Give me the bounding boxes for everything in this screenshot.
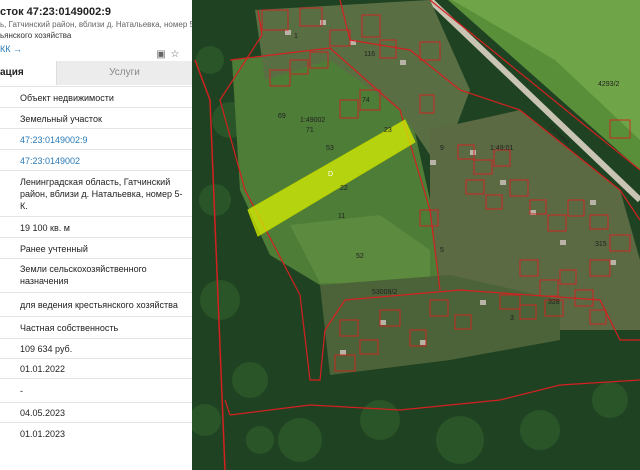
empty-value: - xyxy=(20,386,23,396)
purpose-subtitle: ьянского хозяйства xyxy=(0,31,72,40)
list-item: 04.05.2023 xyxy=(0,402,192,423)
list-item: Ленинградская область, Гатчинский район,… xyxy=(0,170,192,217)
value-date: 01.01.2022 xyxy=(20,364,66,374)
parcel-label: 71 xyxy=(306,127,314,134)
list-item: 01.01.2023 xyxy=(0,422,192,470)
object-type-value: Объект недвижимости xyxy=(20,93,114,103)
cadastral-quarter-link[interactable]: 47:23:0149002 xyxy=(20,155,190,167)
parcel-label: 69 xyxy=(278,113,286,120)
star-icon[interactable]: ☆ xyxy=(169,49,181,61)
map-view[interactable]: 1 74 11 52 53 69 71 5 53008/2 4293/2 1:4… xyxy=(192,0,640,470)
list-item: - xyxy=(0,378,192,403)
parcel-label: 23 xyxy=(384,127,392,134)
list-item: Земли сельскохозяйственного назначения xyxy=(0,258,192,293)
parcel-label: 74 xyxy=(362,97,370,104)
status-value: Ранее учтенный xyxy=(20,244,88,254)
list-item: Ранее учтенный xyxy=(0,237,192,259)
cadastral-number-link[interactable]: 47:23:0149002:9 xyxy=(20,134,190,146)
parcel-label: 11 xyxy=(338,213,345,220)
selected-parcel-label: D xyxy=(328,171,333,178)
application-date: 01.01.2023 xyxy=(20,429,66,439)
parcel-label: 22 xyxy=(340,185,348,192)
update-date: 04.05.2023 xyxy=(20,408,66,418)
parcel-label: 5 xyxy=(440,247,444,254)
list-item: Частная собственность xyxy=(0,316,192,339)
permitted-use-value: для ведения крестьянского хозяйства xyxy=(20,300,178,310)
list-item: 109 634 руб. xyxy=(0,338,192,359)
list-item: 47:23:0149002:9 xyxy=(0,128,192,150)
parcel-label: 9 xyxy=(440,145,444,152)
header-actions: ▣ ☆ xyxy=(155,44,185,60)
area-value: 19 100 кв. м xyxy=(20,223,70,233)
tab-bar: ация Услуги xyxy=(0,61,192,85)
land-category-value: Земли сельскохозяйственного назначения xyxy=(20,264,147,286)
parcel-label: 1 xyxy=(294,33,298,40)
list-item: 01.01.2022 xyxy=(0,358,192,379)
cadastral-value: 109 634 руб. xyxy=(20,344,73,354)
list-item: для ведения крестьянского хозяйства xyxy=(0,292,192,317)
header-link[interactable]: КК → xyxy=(0,44,22,54)
address-subtitle: ь, Гатчинский район, вблизи д. Натальевк… xyxy=(0,20,193,29)
satellite-map[interactable]: 1 74 11 52 53 69 71 5 53008/2 4293/2 1:4… xyxy=(192,0,640,470)
list-item: 19 100 кв. м xyxy=(0,216,192,238)
list-item: 47:23:0149002 xyxy=(0,149,192,171)
kind-value: Земельный участок xyxy=(20,114,102,124)
parcel-label: 1:49002 xyxy=(300,117,325,124)
parcel-label: 53 xyxy=(326,145,334,152)
tab-info[interactable]: ация xyxy=(0,61,57,85)
info-panel: сток 47:23:0149002:9 ь, Гатчинский район… xyxy=(0,0,193,470)
parcel-label: 53008/2 xyxy=(372,289,397,296)
page-title: сток 47:23:0149002:9 xyxy=(0,6,112,18)
parcel-label: 1:49:01 xyxy=(490,145,513,152)
document-icon[interactable]: ▣ xyxy=(155,49,167,61)
parcel-label: 116 xyxy=(364,51,375,58)
address-value: Ленинградская область, Гатчинский район,… xyxy=(20,177,183,211)
list-item: Объект недвижимости xyxy=(0,86,192,108)
list-item: Земельный участок xyxy=(0,107,192,129)
parcel-label: 52 xyxy=(356,253,364,260)
parcel-label: 315 xyxy=(595,241,607,248)
tab-services[interactable]: Услуги xyxy=(57,61,192,85)
parcel-label: 3 xyxy=(510,315,514,322)
parcel-label: 328 xyxy=(548,299,560,306)
parcel-label: 4293/2 xyxy=(598,81,620,88)
ownership-value: Частная собственность xyxy=(20,323,119,333)
